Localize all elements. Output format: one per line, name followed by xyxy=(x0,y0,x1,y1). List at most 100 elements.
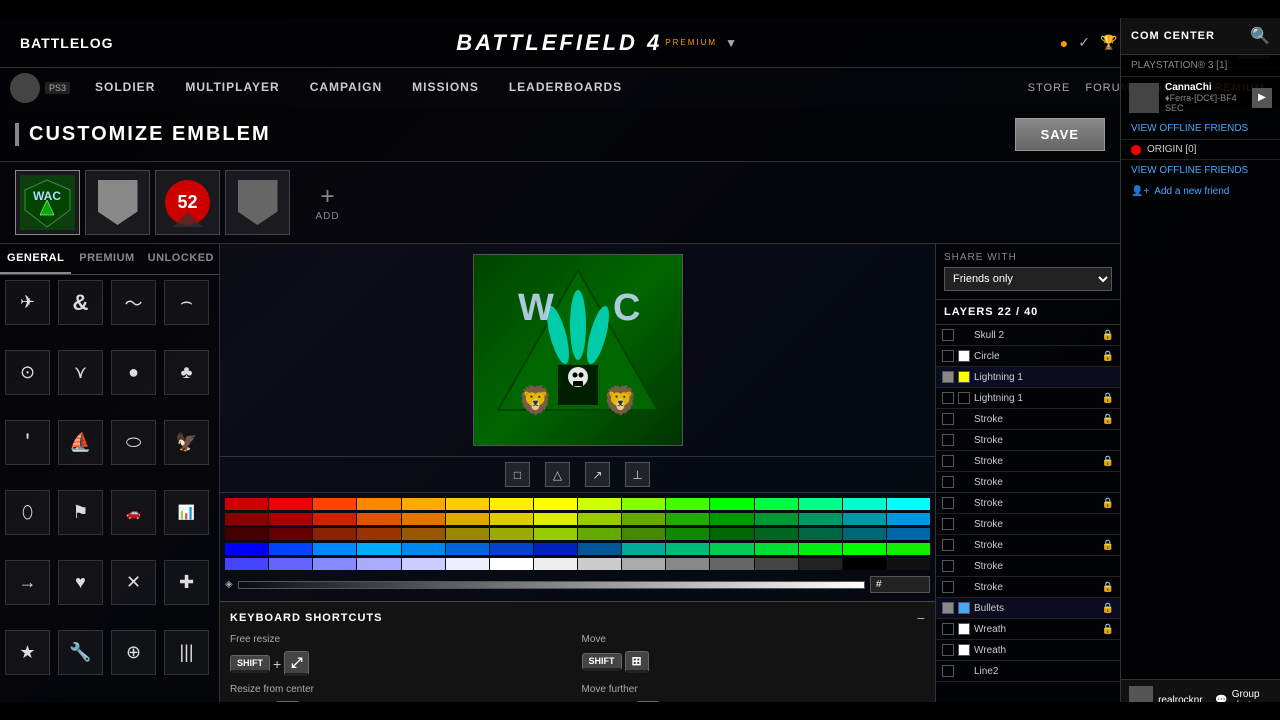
friend-row[interactable]: CannaChi ♦Ferra-[DC€]-BF4 SEC ▶ xyxy=(1121,77,1280,118)
color-cell-#0f4[interactable] xyxy=(755,498,798,510)
color-cell-#fc0[interactable] xyxy=(446,498,489,510)
layer-checkbox[interactable] xyxy=(942,539,954,551)
color-cell-#062[interactable] xyxy=(755,528,798,540)
icon-target[interactable]: ⊕ xyxy=(111,630,156,675)
add-emblem-slot[interactable]: + SAVE ADD xyxy=(295,170,360,235)
color-cell-#ff0[interactable] xyxy=(534,498,577,510)
layer-row[interactable]: Wreath xyxy=(936,640,1120,661)
color-cell-#c00[interactable] xyxy=(225,498,268,510)
color-cell-#2a0[interactable] xyxy=(666,513,709,525)
nav-missions[interactable]: MISSIONS xyxy=(397,68,494,108)
tool-select[interactable]: □ xyxy=(505,462,530,487)
color-cell-#800[interactable] xyxy=(225,513,268,525)
tool-flip[interactable]: ⊥ xyxy=(625,462,650,487)
icon-quote[interactable]: ' xyxy=(5,420,50,465)
shortcuts-close-button[interactable]: − xyxy=(917,610,925,626)
color-cell-#66f[interactable] xyxy=(269,558,312,570)
color-cell-#d50[interactable] xyxy=(357,513,400,525)
color-cell-#1e0[interactable] xyxy=(887,543,930,555)
color-cell-#0d3[interactable] xyxy=(755,543,798,555)
color-cell-#ccf[interactable] xyxy=(402,558,445,570)
layer-checkbox[interactable] xyxy=(942,413,954,425)
color-cell-#0f0[interactable] xyxy=(843,543,886,555)
color-cell-#9c0[interactable] xyxy=(534,528,577,540)
color-cell-#de0[interactable] xyxy=(534,513,577,525)
color-cell-#9c0[interactable] xyxy=(578,513,621,525)
layer-checkbox[interactable] xyxy=(942,581,954,593)
color-cell-#9a0[interactable] xyxy=(490,528,533,540)
layer-checkbox[interactable] xyxy=(942,665,954,677)
color-cell-#059[interactable] xyxy=(578,543,621,555)
add-friend-button[interactable]: 👤+ Add a new friend xyxy=(1121,181,1280,202)
icon-ampersand[interactable]: & xyxy=(58,280,103,325)
color-cell-#fff[interactable] xyxy=(490,558,533,570)
tab-premium[interactable]: PREMIUM xyxy=(71,244,142,274)
emblem-slot-2[interactable] xyxy=(85,170,150,235)
color-cell-#ccc[interactable] xyxy=(578,558,621,570)
color-cell-#fa0[interactable] xyxy=(402,498,445,510)
color-cell-#0f8[interactable] xyxy=(799,498,842,510)
color-cell-#820[interactable] xyxy=(313,528,356,540)
layer-row[interactable]: Wreath🔒 xyxy=(936,619,1120,640)
color-cell-#aaf[interactable] xyxy=(357,558,400,570)
layer-row[interactable]: Stroke🔒 xyxy=(936,409,1120,430)
layer-checkbox[interactable] xyxy=(942,602,954,614)
emblem-canvas[interactable]: W C 🦁 🦁 xyxy=(473,254,683,446)
layer-checkbox[interactable] xyxy=(942,518,954,530)
nav-campaign[interactable]: CAMPAIGN xyxy=(295,68,397,108)
layer-row[interactable]: Circle🔒 xyxy=(936,346,1120,367)
icon-star[interactable]: ★ xyxy=(5,630,50,675)
icon-boat[interactable]: ⛵ xyxy=(58,420,103,465)
color-cell-#04f[interactable] xyxy=(269,543,312,555)
icon-lifering[interactable]: ⊙ xyxy=(5,350,50,395)
icon-crosshair[interactable]: ✕ xyxy=(111,560,156,605)
color-cell-#0af[interactable] xyxy=(357,543,400,555)
color-cell-#064[interactable] xyxy=(799,528,842,540)
tab-unlocked[interactable]: UNLOCKED xyxy=(143,244,219,274)
layer-row[interactable]: Stroke xyxy=(936,514,1120,535)
color-cell-#096[interactable] xyxy=(799,513,842,525)
color-cell-#02b[interactable] xyxy=(534,543,577,555)
color-cell-#6a0[interactable] xyxy=(578,528,621,540)
color-cell-#8f0[interactable] xyxy=(622,498,665,510)
layer-checkbox[interactable] xyxy=(942,392,954,404)
icon-flag[interactable]: ⚑ xyxy=(58,490,103,535)
color-cell-#a00[interactable] xyxy=(269,513,312,525)
emblem-slot-1[interactable]: WAC xyxy=(15,170,80,235)
tool-triangle[interactable]: △ xyxy=(545,462,570,487)
icon-chart[interactable]: 📊 xyxy=(164,490,209,535)
layer-row[interactable]: Stroke🔒 xyxy=(936,493,1120,514)
tab-general[interactable]: GENERAL xyxy=(0,244,71,274)
color-cell-#060[interactable] xyxy=(710,528,753,540)
icon-circle[interactable]: ● xyxy=(111,350,156,395)
color-cell-#08f[interactable] xyxy=(313,543,356,555)
dropdown-icon[interactable]: ▼ xyxy=(725,36,737,50)
layer-checkbox[interactable] xyxy=(942,329,954,341)
color-cell-#180[interactable] xyxy=(666,528,709,540)
icon-ellipse[interactable]: ⬯ xyxy=(5,490,50,535)
color-cell-#dc0[interactable] xyxy=(490,513,533,525)
color-cell-#0e1[interactable] xyxy=(799,543,842,555)
layer-checkbox[interactable] xyxy=(942,623,954,635)
color-cell-#d70[interactable] xyxy=(402,513,445,525)
color-cell-#eee[interactable] xyxy=(534,558,577,570)
layer-row[interactable]: Stroke🔒 xyxy=(936,451,1120,472)
color-cell-#f40[interactable] xyxy=(313,498,356,510)
color-cell-#600[interactable] xyxy=(269,528,312,540)
icon-eagle[interactable]: 🦅 xyxy=(164,420,209,465)
layer-row[interactable]: Skull 2🔒 xyxy=(936,325,1120,346)
layer-checkbox[interactable] xyxy=(942,455,954,467)
layer-checkbox[interactable] xyxy=(942,476,954,488)
color-cell-#04c[interactable] xyxy=(490,543,533,555)
icon-wheat[interactable]: ⋎ xyxy=(58,350,103,395)
layer-checkbox[interactable] xyxy=(942,560,954,572)
color-cell-#222[interactable] xyxy=(799,558,842,570)
color-cell-#eef[interactable] xyxy=(446,558,489,570)
share-select[interactable]: Friends only Everyone Nobody xyxy=(944,267,1112,291)
color-cell-#88f[interactable] xyxy=(313,558,356,570)
color-cell-#09d[interactable] xyxy=(887,513,930,525)
icon-airplane[interactable]: ✈ xyxy=(5,280,50,325)
color-cell-#111[interactable] xyxy=(887,558,930,570)
color-cell-#0ff[interactable] xyxy=(887,498,930,510)
icon-bullet[interactable]: ⬭ xyxy=(111,420,156,465)
